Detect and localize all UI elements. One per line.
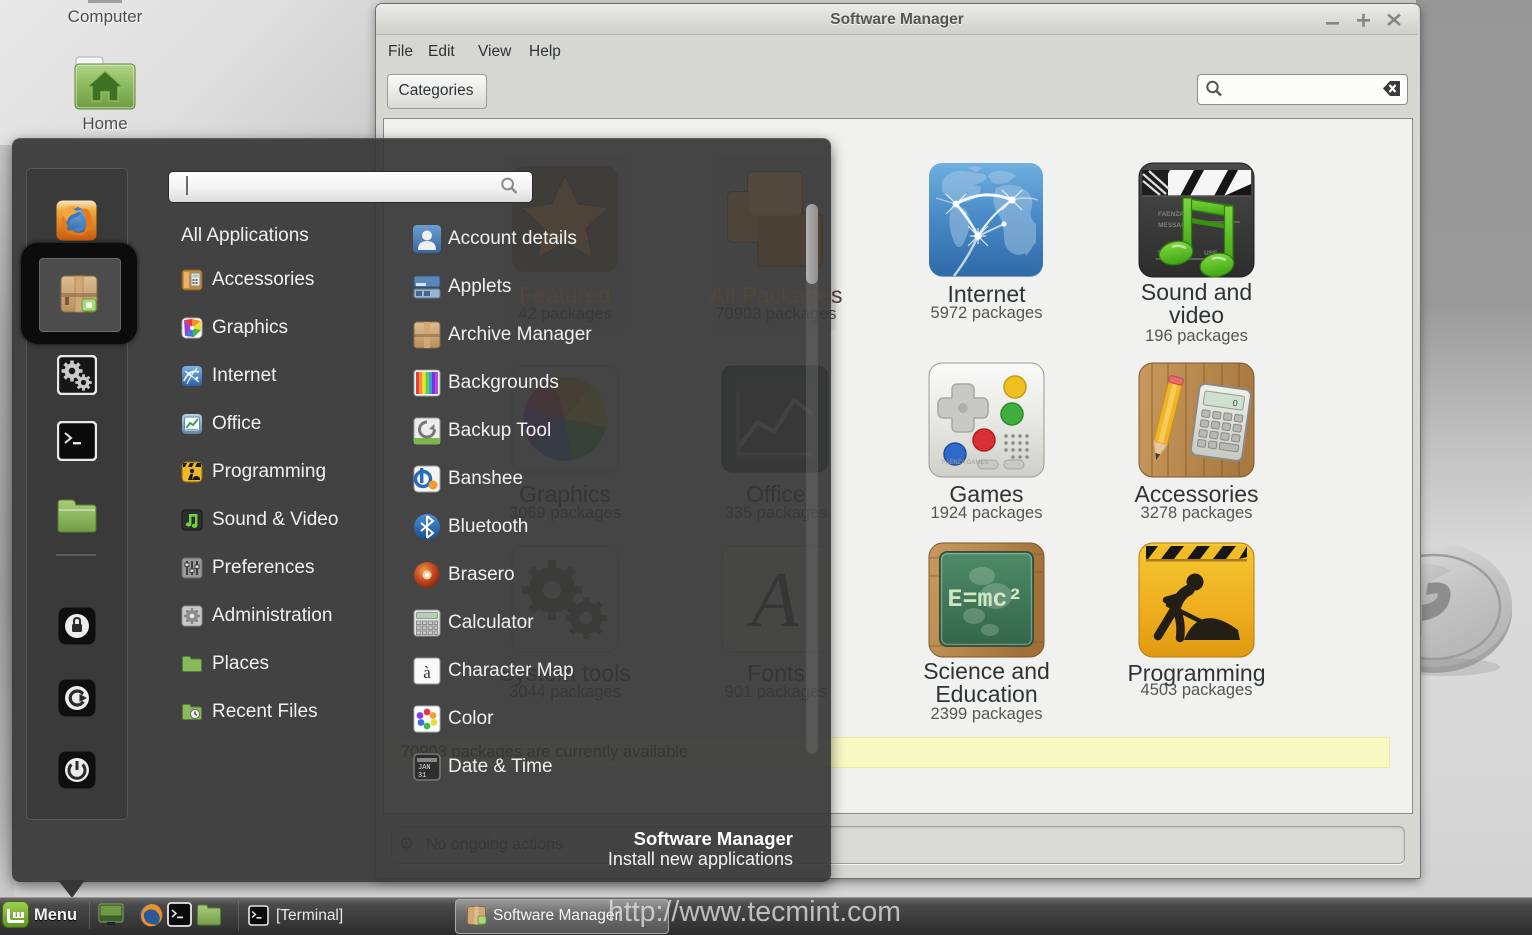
svg-text:à: à (423, 663, 431, 682)
svg-text:E=mc²: E=mc² (947, 585, 1022, 614)
svg-text:FAENZA GAMES: FAENZA GAMES (942, 460, 988, 466)
svg-text:JAN: JAN (418, 764, 431, 772)
svg-text:31: 31 (418, 772, 426, 780)
